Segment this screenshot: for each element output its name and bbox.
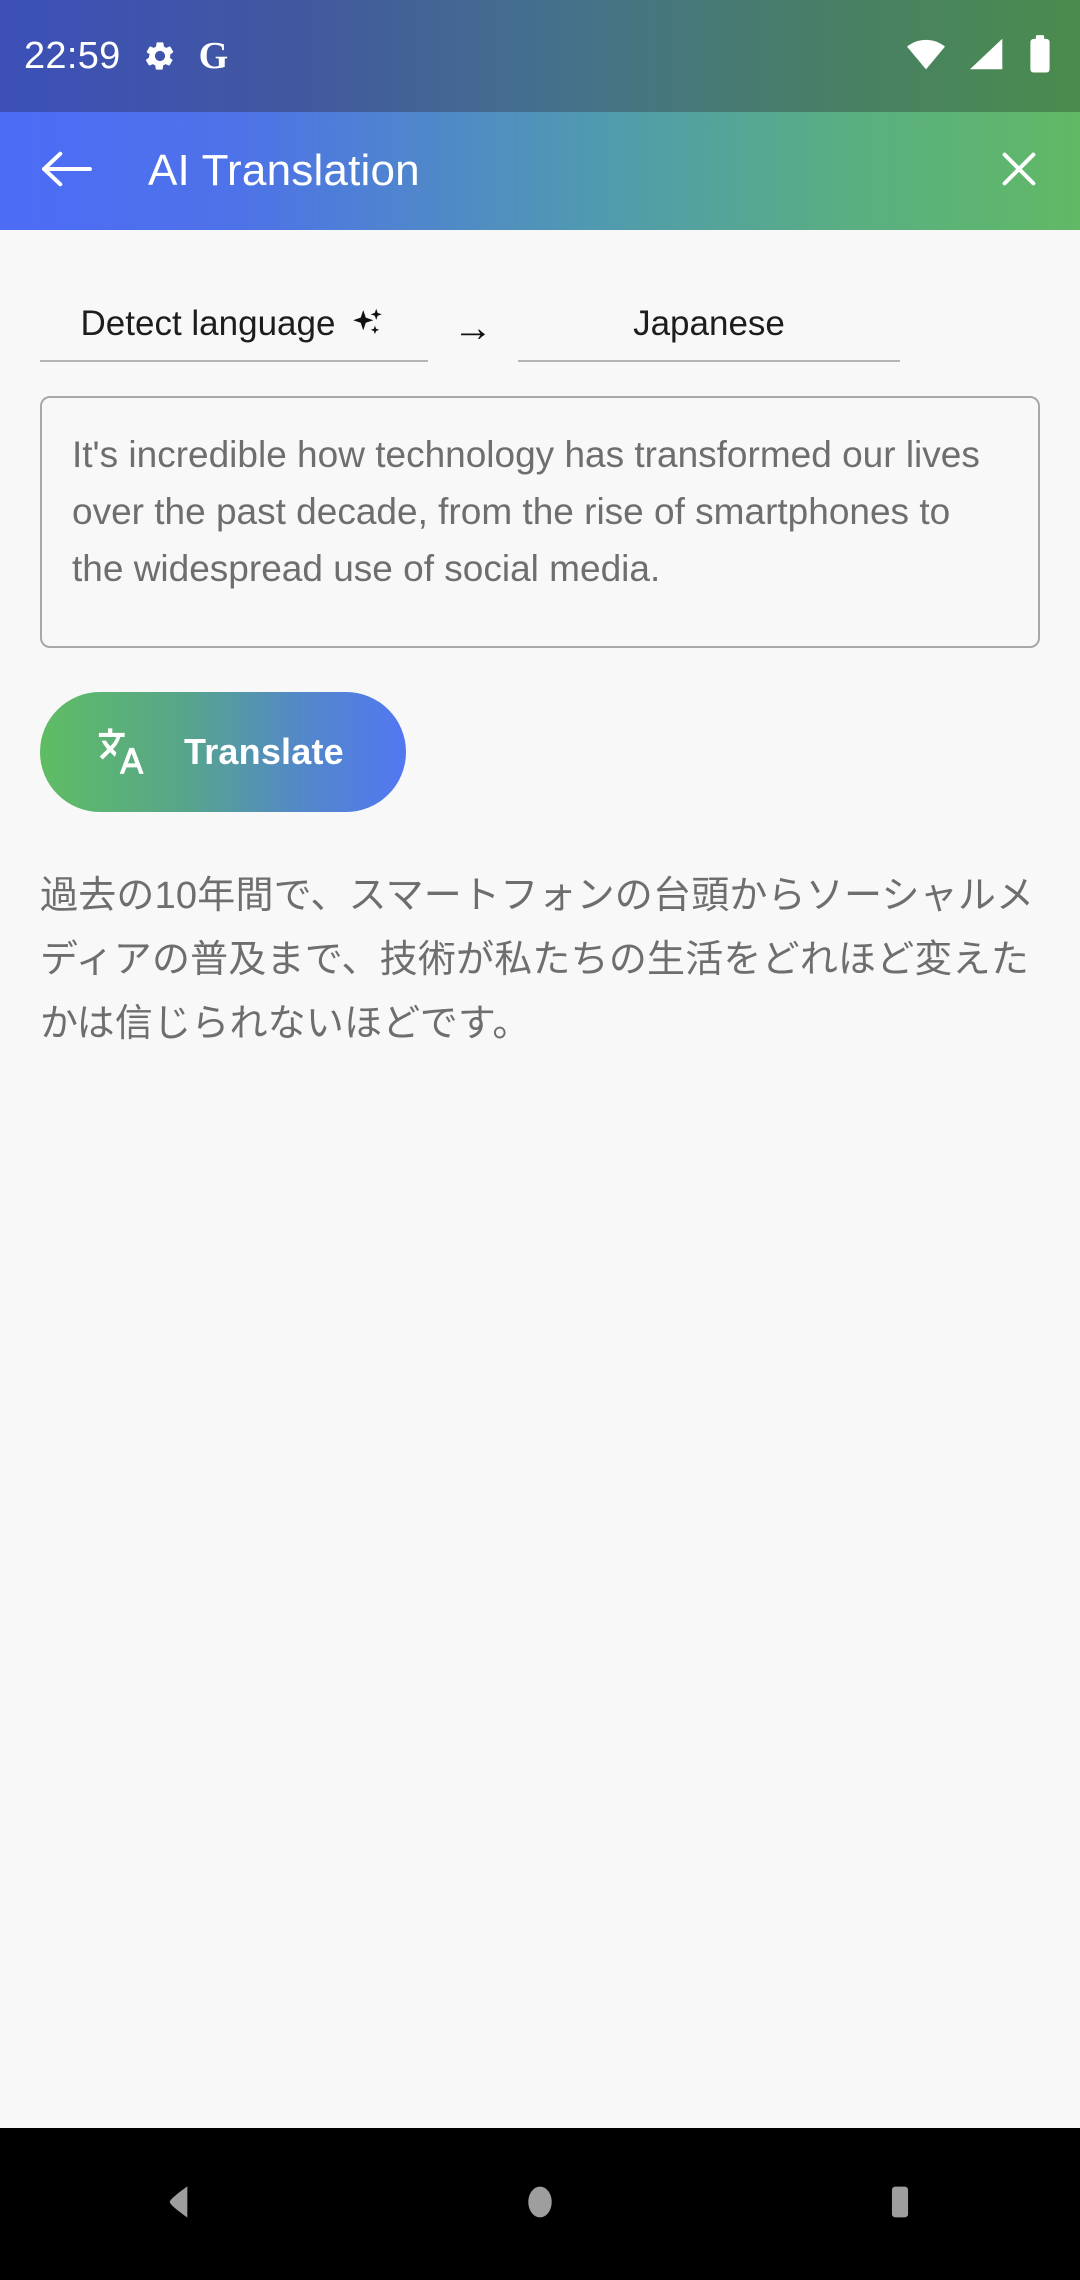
source-language-label: Detect language: [80, 304, 336, 343]
cellular-signal-icon: [968, 37, 1006, 76]
google-g-icon: G: [198, 35, 229, 77]
language-selector-row: Detect language → Japanese: [40, 230, 1040, 362]
battery-icon: [1028, 34, 1052, 78]
translate-button[interactable]: Translate: [40, 692, 406, 812]
nav-home-button[interactable]: [480, 2144, 600, 2264]
target-language-selector[interactable]: Japanese: [518, 304, 900, 362]
nav-back-triangle-icon: [158, 2180, 202, 2229]
source-text-value[interactable]: It's incredible how technology has trans…: [72, 426, 1008, 597]
gear-icon: [143, 39, 177, 73]
main-content: Detect language → Japanese It's incredib…: [0, 230, 1080, 2128]
nav-recents-button[interactable]: [840, 2144, 960, 2264]
auto-awesome-sparkles-icon: [335, 305, 387, 343]
source-text-field[interactable]: It's incredible how technology has trans…: [40, 396, 1040, 648]
status-bar-right: [906, 34, 1052, 78]
nav-home-circle-icon: [518, 2180, 562, 2229]
status-bar: 22:59 G: [0, 0, 1080, 112]
translate-button-label: Translate: [184, 731, 344, 772]
translate-icon: [98, 724, 150, 781]
language-direction-arrow: →: [453, 306, 493, 350]
status-bar-left: 22:59 G: [24, 35, 228, 78]
android-navigation-bar: [0, 2128, 1080, 2280]
translated-text: 過去の10年間で、スマートフォンの台頭からソーシャルメディアの普及まで、技術が私…: [40, 875, 1035, 1045]
wifi-icon: [906, 37, 946, 76]
app-bar: AI Translation: [0, 112, 1080, 230]
page-title: AI Translation: [148, 146, 420, 195]
arrow-left-icon: [40, 148, 94, 195]
nav-back-button[interactable]: [120, 2144, 240, 2264]
target-language-label: Japanese: [633, 304, 785, 343]
source-language-selector[interactable]: Detect language: [40, 304, 428, 362]
status-bar-clock: 22:59: [24, 34, 121, 77]
back-button[interactable]: [36, 140, 98, 202]
close-icon: [996, 146, 1042, 197]
close-button[interactable]: [988, 140, 1050, 202]
nav-recents-square-icon: [878, 2180, 922, 2229]
phone-screen: 22:59 G AI Translation Detect language →…: [0, 0, 1080, 2280]
